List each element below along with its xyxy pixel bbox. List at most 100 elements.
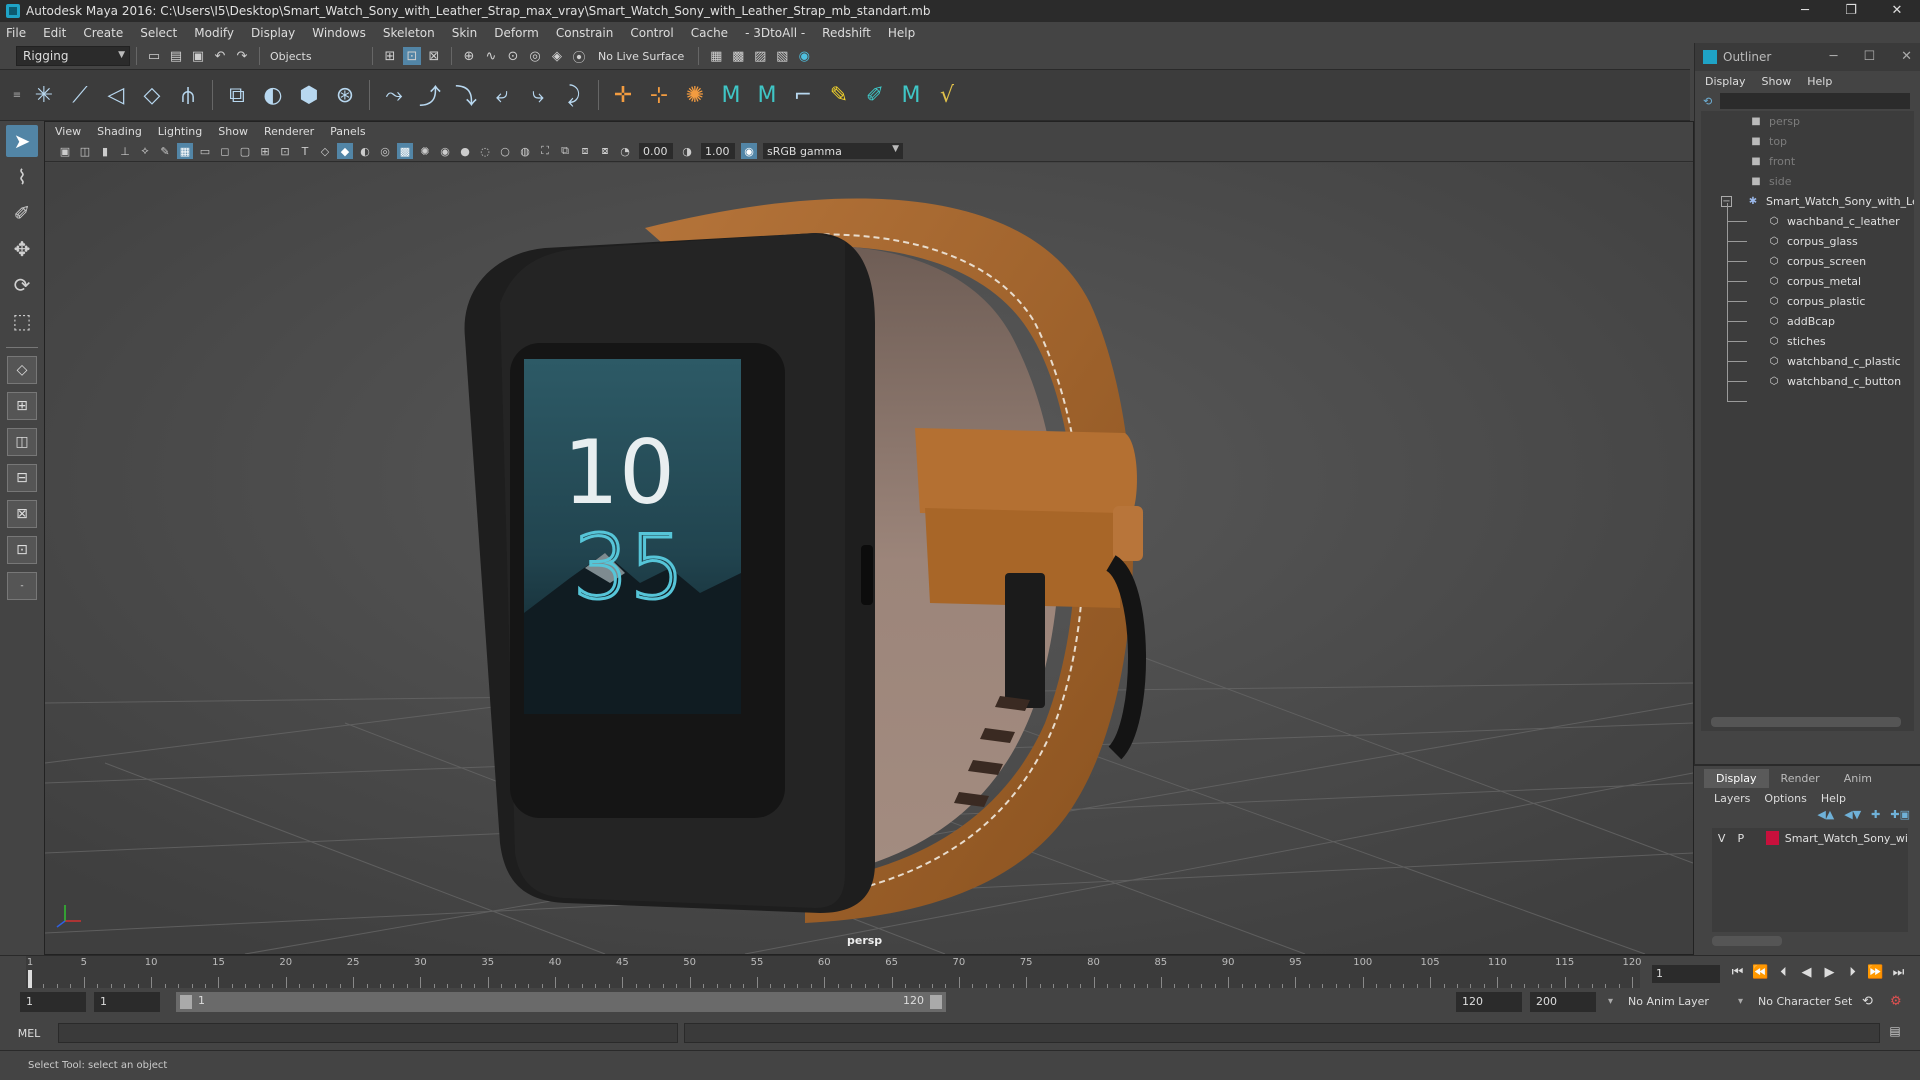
ik-spline-icon[interactable]: ◁	[101, 80, 131, 110]
outliner-item-side[interactable]: ■ side	[1749, 171, 1791, 191]
viewport-menu-shading[interactable]: Shading	[97, 125, 142, 138]
current-time-marker[interactable]	[28, 970, 32, 989]
gamma-icon[interactable]: ◑	[679, 143, 695, 159]
auto-key-icon[interactable]: ⟲	[1858, 992, 1873, 1012]
script-editor-icon[interactable]: ▤	[1886, 1024, 1904, 1042]
menu-skin[interactable]: Skin	[452, 26, 478, 40]
character-set-select[interactable]: No Character Set	[1754, 992, 1852, 1012]
image-plane-icon[interactable]: ⊥	[117, 143, 133, 159]
current-frame-field[interactable]: 1	[1652, 965, 1720, 983]
new-scene-icon[interactable]: ▭	[145, 47, 163, 65]
script-language-toggle[interactable]: MEL	[0, 1027, 58, 1040]
step-back-key-button[interactable]: ⏴	[1772, 965, 1795, 980]
menu-help[interactable]: Help	[888, 26, 915, 40]
hypershade-icon[interactable]: ◉	[795, 47, 813, 65]
snap-curve-icon[interactable]: ∿	[482, 47, 500, 65]
bind-skin-icon[interactable]: ⧉	[222, 80, 252, 110]
outliner-minimize-button[interactable]: ─	[1830, 49, 1838, 64]
viewport-menu-renderer[interactable]: Renderer	[264, 125, 314, 138]
sculpt-icon[interactable]: ✐	[860, 80, 890, 110]
camera-attributes-icon[interactable]: ◫	[77, 143, 93, 159]
shelf-menu-icon[interactable]: ≡	[11, 80, 23, 110]
joint-tool-icon[interactable]: ⊹	[644, 80, 674, 110]
outliner-menu-help[interactable]: Help	[1807, 75, 1832, 88]
humanik-icon[interactable]: M	[716, 80, 746, 110]
menu-skeleton[interactable]: Skeleton	[383, 26, 435, 40]
playback-start-field[interactable]: 1	[94, 992, 160, 1012]
viewport-menu-show[interactable]: Show	[218, 125, 248, 138]
textured-icon[interactable]: ▩	[397, 143, 413, 159]
menu-redshift[interactable]: Redshift	[822, 26, 871, 40]
spring-icon[interactable]: ✺	[680, 80, 710, 110]
step-forward-frame-button[interactable]: ⏩	[1864, 965, 1887, 980]
screen-space-ao-icon[interactable]: ●	[457, 143, 473, 159]
ipr-render-icon[interactable]: ▨	[751, 47, 769, 65]
xray-components-icon[interactable]: ⧇	[597, 143, 613, 159]
pole-vector-icon[interactable]: ⤸	[559, 80, 589, 110]
layer-menu-options[interactable]: Options	[1764, 792, 1806, 805]
play-backwards-button[interactable]: ◀	[1795, 965, 1818, 980]
field-chart-icon[interactable]: ⊞	[257, 143, 273, 159]
multisample-aa-icon[interactable]: ○	[497, 143, 513, 159]
shelf-spacer-icon[interactable]: ⌐	[788, 80, 818, 110]
minimize-button[interactable]: ─	[1782, 0, 1828, 22]
outliner-item-corpus-glass[interactable]: ⬡ corpus_glass	[1767, 231, 1858, 251]
smooth-shade-icon[interactable]: ◆	[337, 143, 353, 159]
two-d-pan-icon[interactable]: ⟡	[137, 143, 153, 159]
point-constraint-icon[interactable]: ⤳	[379, 80, 409, 110]
viewport-menu-lighting[interactable]: Lighting	[158, 125, 202, 138]
selection-mode-select[interactable]: Objects	[266, 47, 366, 65]
layer-menu-layers[interactable]: Layers	[1714, 792, 1750, 805]
save-scene-icon[interactable]: ▣	[189, 47, 207, 65]
outliner-item-top[interactable]: ■ top	[1749, 131, 1787, 151]
orient-constraint-icon[interactable]: ⤵	[451, 80, 481, 110]
wireframe-on-shaded-icon[interactable]: ◎	[377, 143, 393, 159]
paint-select-tool-icon[interactable]: ✐	[6, 197, 38, 229]
ik-handle-icon[interactable]: ⟋	[65, 80, 95, 110]
aim-constraint-icon[interactable]: ⤴	[415, 80, 445, 110]
scale-tool-icon[interactable]: ⬚	[6, 305, 38, 337]
range-end-handle[interactable]	[930, 995, 942, 1009]
move-layer-up-icon[interactable]: ◀▲	[1817, 808, 1834, 828]
snap-point-icon[interactable]: ⊙	[504, 47, 522, 65]
snap-grid-icon[interactable]: ⊕	[460, 47, 478, 65]
menu-control[interactable]: Control	[630, 26, 673, 40]
outliner-close-button[interactable]: ✕	[1901, 49, 1912, 64]
hypershade-layout-icon[interactable]: ⊡	[7, 536, 37, 564]
outliner-item-addbcap[interactable]: ⬡ addBcap	[1767, 311, 1835, 331]
isolate-select-icon[interactable]: ⛶	[537, 143, 553, 159]
exposure-icon[interactable]: ◔	[617, 143, 633, 159]
create-joint-icon[interactable]: ✳	[29, 80, 59, 110]
wireframe-icon[interactable]: ◇	[317, 143, 333, 159]
go-to-start-button[interactable]: ⏮	[1726, 965, 1749, 980]
lasso-tool-icon[interactable]: ⌇	[6, 161, 38, 193]
gate-mask-icon[interactable]: ▢	[237, 143, 253, 159]
layer-row[interactable]: V P Smart_Watch_Sony_wi	[1712, 828, 1908, 848]
two-pane-side-layout-icon[interactable]: ◫	[7, 428, 37, 456]
menu-display[interactable]: Display	[251, 26, 295, 40]
chevron-down-icon[interactable]: ▾	[1734, 992, 1743, 1012]
menu-create[interactable]: Create	[83, 26, 123, 40]
chevron-down-icon[interactable]: ▾	[1604, 992, 1613, 1012]
xray-joints-icon[interactable]: ⧈	[577, 143, 593, 159]
step-forward-key-button[interactable]: ⏵	[1841, 965, 1864, 980]
outliner-menu-show[interactable]: Show	[1762, 75, 1792, 88]
time-slider-track[interactable]: 1 5 10 15 20 25 30 35 40 45 50 55 60 65 70 75 80 85 90 95 10…	[26, 956, 1642, 989]
snap-surface-icon[interactable]: ◈	[548, 47, 566, 65]
menu-select[interactable]: Select	[140, 26, 177, 40]
depth-of-field-icon[interactable]: ◍	[517, 143, 533, 159]
preferences-icon[interactable]: ⚙	[1886, 992, 1902, 1012]
viewport-scene[interactable]: 10 35 persp	[45, 163, 1693, 954]
new-layer-selected-icon[interactable]: ✚▣	[1890, 808, 1910, 828]
tab-render[interactable]: Render	[1769, 769, 1832, 788]
menu-windows[interactable]: Windows	[312, 26, 366, 40]
motion-blur-icon[interactable]: ◌	[477, 143, 493, 159]
select-component-icon[interactable]: ⊠	[425, 47, 443, 65]
outliner-item-corpus-metal[interactable]: ⬡ corpus_metal	[1767, 271, 1861, 291]
layer-menu-help[interactable]: Help	[1821, 792, 1846, 805]
select-object-icon[interactable]: ⊡	[403, 47, 421, 65]
rotate-tool-icon[interactable]: ⟳	[6, 269, 38, 301]
menu-cache[interactable]: Cache	[691, 26, 728, 40]
command-input[interactable]	[58, 1023, 678, 1043]
range-slider[interactable]: 1 120	[176, 992, 946, 1012]
